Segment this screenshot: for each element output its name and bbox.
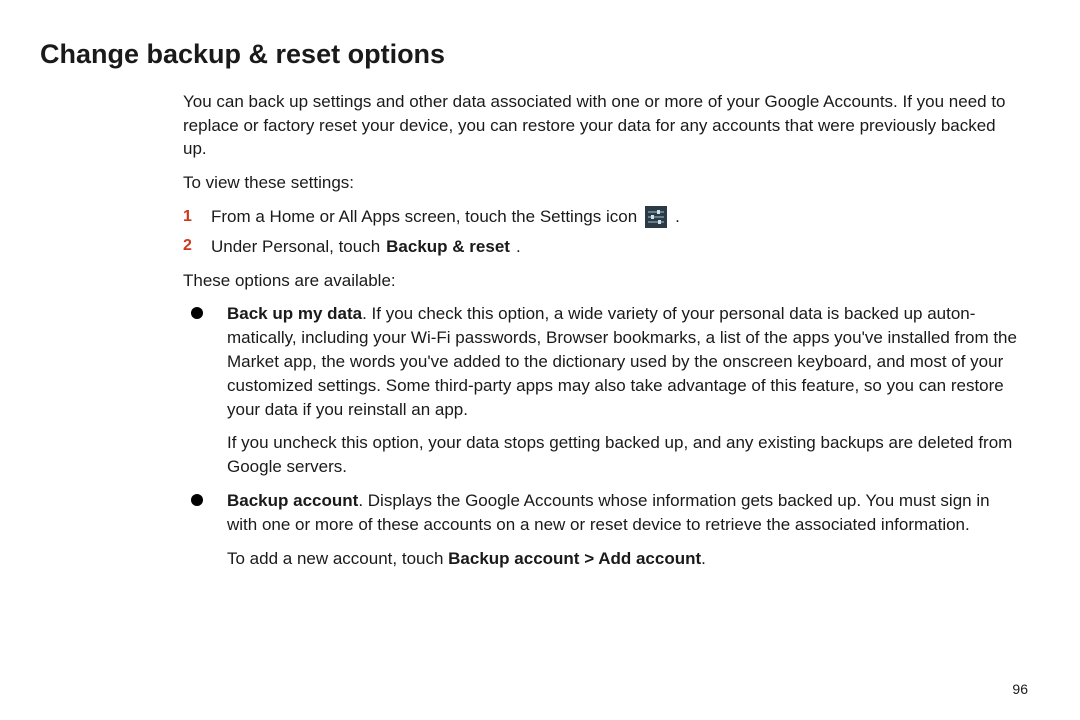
body-content: You can back up settings and other data … xyxy=(183,90,1020,571)
settings-icon xyxy=(645,206,667,228)
bullet-1-p1: Back up my data. If you check this optio… xyxy=(227,302,1020,421)
step-2-pre: Under Personal, touch xyxy=(211,235,380,259)
document-page: Change backup & reset options You can ba… xyxy=(0,0,1080,720)
options-list: Back up my data. If you check this optio… xyxy=(183,302,1020,570)
bullet-backup-my-data: Back up my data. If you check this optio… xyxy=(183,302,1020,479)
step-2: 2 Under Personal, touch Backup & reset. xyxy=(183,235,1020,259)
step-number-1: 1 xyxy=(183,206,211,228)
bullet-2-p1: Backup account. Displays the Google Acco… xyxy=(227,489,1020,537)
step-number-2: 2 xyxy=(183,235,211,257)
bullet-1-lead: Back up my data xyxy=(227,304,362,323)
bullet-1-p2: If you uncheck this option, your data st… xyxy=(227,431,1020,479)
bullet-2-text2-post: . xyxy=(701,549,706,568)
bullet-2-text2-bold: Backup account > Add account xyxy=(448,549,701,568)
step-2-bold: Backup & reset xyxy=(386,235,510,259)
step-1-pre: From a Home or All Apps screen, touch th… xyxy=(211,205,637,229)
page-number: 96 xyxy=(1012,680,1028,700)
bullet-backup-account: Backup account. Displays the Google Acco… xyxy=(183,489,1020,570)
step-1-text: From a Home or All Apps screen, touch th… xyxy=(211,205,680,229)
page-title: Change backup & reset options xyxy=(40,36,1030,74)
intro-paragraph: You can back up settings and other data … xyxy=(183,90,1020,161)
step-1: 1 From a Home or All Apps screen, touch … xyxy=(183,205,1020,229)
step-2-text: Under Personal, touch Backup & reset. xyxy=(211,235,521,259)
step-1-post: . xyxy=(675,205,680,229)
instructions-header: To view these settings: xyxy=(183,171,1020,195)
bullet-2-text2-pre: To add a new account, touch xyxy=(227,549,448,568)
bullet-2-lead: Backup account xyxy=(227,491,358,510)
step-2-post: . xyxy=(516,235,521,259)
options-header: These options are available: xyxy=(183,269,1020,293)
bullet-2-p2: To add a new account, touch Backup accou… xyxy=(227,547,1020,571)
